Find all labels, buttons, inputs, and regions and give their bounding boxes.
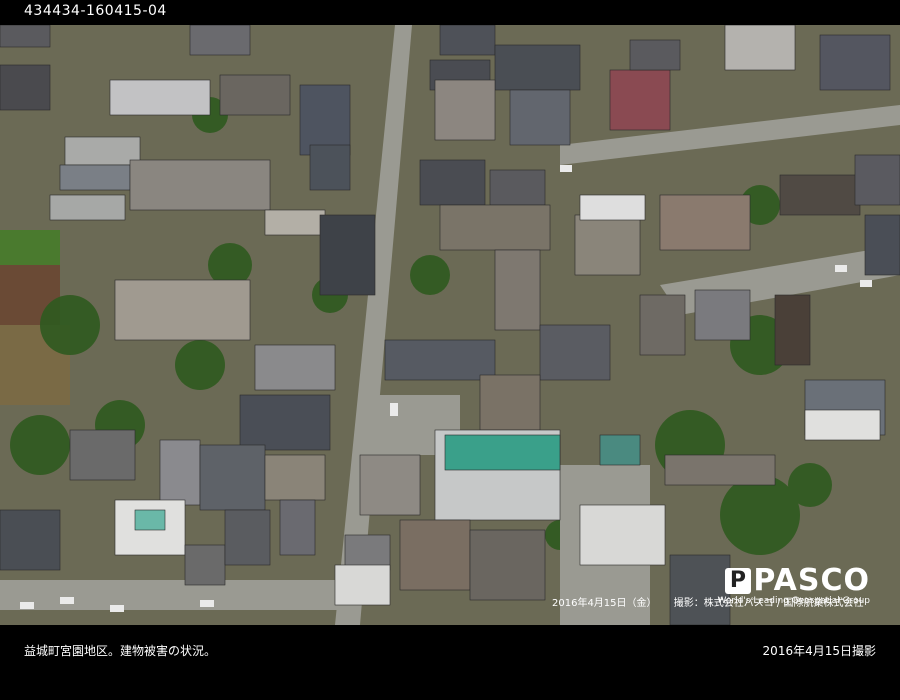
credit-photographer: 撮影：株式会社パスコ / 国際航業株式会社 <box>673 598 864 609</box>
shot-date: 2016年4月15日撮影 <box>762 644 876 658</box>
logo-brand: PASCO <box>753 563 870 598</box>
photo-credit: 2016年4月15日（金） 撮影：株式会社パスコ / 国際航業株式会社 <box>552 594 877 609</box>
image-id: 434434-160415-04 <box>24 3 167 19</box>
caption: 益城町宮園地区。建物被害の状況。 <box>24 644 217 658</box>
aerial-photo: P PASCO World's Leading Geospatial Group <box>0 25 900 625</box>
credit-date: 2016年4月15日（金） <box>552 598 657 609</box>
